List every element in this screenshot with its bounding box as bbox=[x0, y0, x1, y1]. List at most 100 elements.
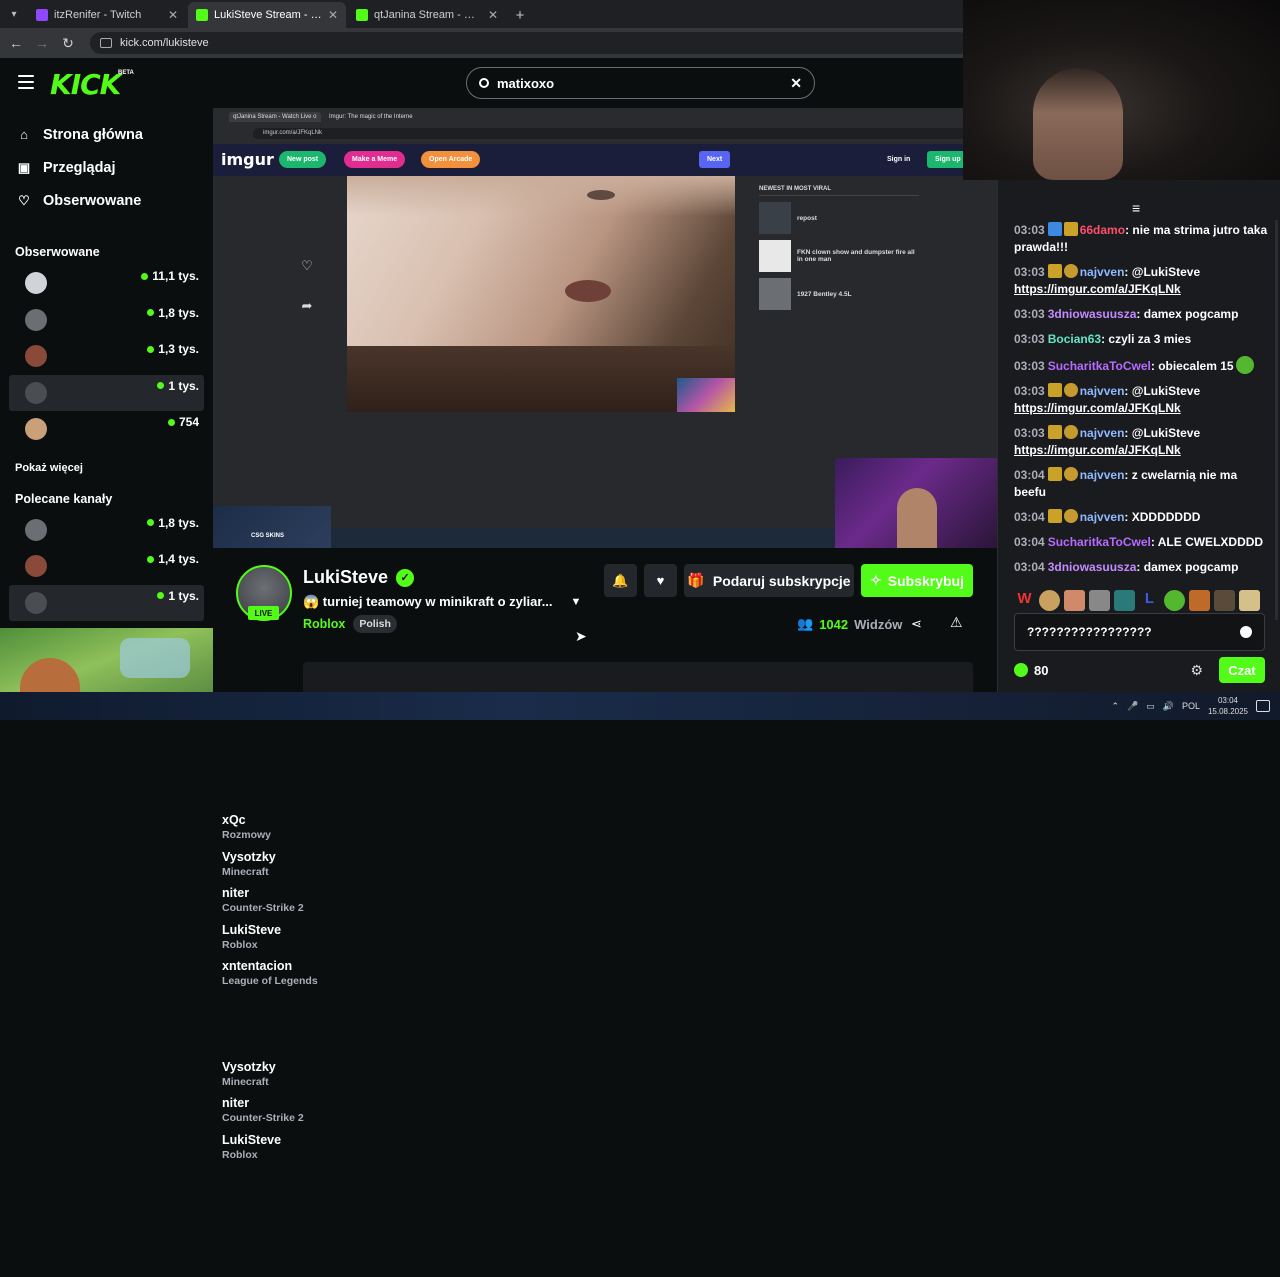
chat-message: 03:03 SucharitkaToCwel: obiecalem 15 bbox=[1014, 356, 1268, 375]
kick-logo[interactable]: KICK bbox=[50, 68, 121, 101]
sidebar-channel-niter[interactable]: niter Counter-Strike 2 1,3 tys. bbox=[9, 338, 1006, 1030]
browser-tab-twitch[interactable]: itzRenifer - Twitch ✕ bbox=[28, 2, 186, 28]
viewer-count: 11,1 tys. bbox=[141, 269, 199, 283]
site-info-icon[interactable] bbox=[100, 38, 112, 48]
chat-username[interactable]: najvven bbox=[1080, 265, 1125, 279]
subscribe-button[interactable]: ✧ Subskrybuj bbox=[861, 564, 973, 597]
nav-browse[interactable]: ▣ Przeglądaj bbox=[0, 151, 213, 184]
emote-icon[interactable] bbox=[1064, 589, 1085, 611]
chat-timestamp: 03:03 bbox=[1014, 265, 1045, 279]
forward-button[interactable]: → bbox=[32, 33, 52, 53]
channel-category: Roblox bbox=[222, 938, 258, 951]
chat-username[interactable]: najvven bbox=[1080, 426, 1125, 440]
chat-username[interactable]: SucharitkaToCwel bbox=[1048, 359, 1151, 373]
gear-icon[interactable]: ⚙ bbox=[1190, 662, 1203, 679]
sidebar-recommended-niter[interactable]: niter Counter-Strike 2 1,4 tys. bbox=[9, 548, 1006, 1240]
chevron-down-icon[interactable]: ▼ bbox=[571, 596, 582, 608]
browser-tab-lukisteve[interactable]: LukiSteve Stream - Watch Live o ✕ bbox=[188, 2, 346, 28]
viral-title: 1927 Bentley 4.5L bbox=[797, 290, 852, 298]
close-tab-icon[interactable]: ✕ bbox=[328, 8, 338, 22]
viewer-count: 1,3 tys. bbox=[147, 342, 199, 356]
back-button[interactable]: ← bbox=[6, 33, 26, 53]
microphone-icon[interactable]: 🎤 bbox=[1127, 701, 1138, 712]
follow-heart-button[interactable]: ♥ bbox=[644, 564, 677, 597]
chat-username[interactable]: najvven bbox=[1080, 468, 1125, 482]
chat-username[interactable]: 3dniowasuusza bbox=[1048, 307, 1137, 321]
chat-timestamp: 03:03 bbox=[1014, 332, 1045, 346]
notification-icon[interactable] bbox=[1256, 700, 1270, 712]
streamer-name[interactable]: LukiSteve bbox=[303, 567, 388, 588]
chat-username[interactable]: najvven bbox=[1080, 384, 1125, 398]
url-field[interactable]: kick.com/lukisteve bbox=[90, 32, 970, 54]
report-icon[interactable]: ⚠ bbox=[950, 614, 963, 631]
volume-icon[interactable]: 🔊 bbox=[1163, 701, 1174, 712]
tab-search-icon[interactable]: ▾ bbox=[0, 0, 28, 28]
tab-title: LukiSteve Stream - Watch Live o bbox=[214, 9, 322, 21]
clock[interactable]: 03:04 15.08.2025 bbox=[1208, 695, 1248, 717]
language-tag[interactable]: Polish bbox=[353, 615, 397, 633]
avatar bbox=[25, 591, 47, 614]
gift-label: Podaruj subskrypcje bbox=[712, 572, 851, 589]
emote-icon[interactable] bbox=[1214, 589, 1235, 611]
emote-icon[interactable]: W bbox=[1014, 590, 1035, 611]
gift-subscription-button[interactable]: 🎁 Podaruj subskrypcje bbox=[684, 564, 854, 597]
nav-home[interactable]: ⌂ Strona główna bbox=[0, 118, 213, 151]
chat-scrollbar[interactable] bbox=[1275, 220, 1278, 620]
search-input[interactable]: matixoxo ✕ bbox=[466, 67, 815, 99]
viewer-count: 1 tys. bbox=[157, 589, 199, 603]
chat-link[interactable]: https://imgur.com/a/JFKqLNk bbox=[1014, 282, 1181, 296]
subscribe-label: Subskrybuj bbox=[887, 572, 964, 589]
chat-filter-icon[interactable]: ≡ bbox=[1132, 200, 1140, 216]
reload-button[interactable]: ↻ bbox=[58, 33, 78, 53]
chat-username[interactable]: 3dniowasuusza bbox=[1048, 560, 1137, 574]
chat-link[interactable]: https://imgur.com/a/JFKqLNk bbox=[1014, 443, 1181, 457]
sidebar-channel-lukisteve[interactable]: LukiSteve Roblox 1 tys. bbox=[9, 374, 1006, 1067]
sidebar-recommended-lukisteve[interactable]: LukiSteve Roblox 1 tys. bbox=[9, 584, 1006, 1277]
menu-icon[interactable] bbox=[18, 75, 34, 89]
nav-following[interactable]: ♡ Obserwowane bbox=[0, 184, 213, 217]
notification-bell-button[interactable]: 🔔 bbox=[604, 564, 637, 597]
chat-username[interactable]: Bocian63 bbox=[1048, 332, 1101, 346]
chat-message: 03:03 najvven: @LukiSteve https://imgur.c… bbox=[1014, 264, 1201, 296]
clear-search-icon[interactable]: ✕ bbox=[790, 75, 802, 92]
chat-link[interactable]: https://imgur.com/a/JFKqLNk bbox=[1014, 401, 1181, 415]
chat-username[interactable]: SucharitkaToCwel bbox=[1048, 535, 1151, 549]
tray-expand-icon[interactable]: ⌃ bbox=[1111, 701, 1119, 712]
kick-favicon-icon bbox=[196, 9, 208, 21]
show-more-link[interactable]: Pokaż więcej bbox=[0, 456, 213, 480]
emote-icon[interactable] bbox=[1189, 589, 1210, 611]
stream-info: LIVE LukiSteve ✓ 😱 turniej teamowy w min… bbox=[213, 548, 997, 692]
live-dot-icon bbox=[147, 519, 155, 526]
emoji-icon[interactable] bbox=[1240, 626, 1252, 638]
channel-category: Rozmowy bbox=[222, 829, 272, 841]
send-chat-button[interactable]: Czat bbox=[1219, 657, 1265, 683]
browser-tab-qtjanina[interactable]: qtJanina Stream - Watch Live o ✕ bbox=[348, 2, 506, 28]
emote-icon[interactable]: L bbox=[1139, 590, 1160, 611]
chat-username[interactable]: najvven bbox=[1080, 510, 1125, 524]
emote-icon[interactable] bbox=[1164, 589, 1185, 611]
close-tab-icon[interactable]: ✕ bbox=[488, 8, 498, 22]
sidebar-channel-vysotzky[interactable]: Vysotzky Minecraft 1,8 tys. bbox=[9, 302, 1006, 994]
channel-name: niter bbox=[222, 1096, 250, 1110]
category-link[interactable]: Roblox bbox=[303, 617, 345, 631]
network-icon[interactable]: ▭ bbox=[1146, 701, 1155, 712]
chat-text: damex pogcamp bbox=[1143, 560, 1239, 574]
emote-icon[interactable] bbox=[1089, 589, 1110, 611]
sidebar-channel-xntentacion[interactable]: xntentacion League of Legends 754 bbox=[9, 411, 1006, 1103]
video-player[interactable]: qtJanina Stream - Watch Live o Imgur: Th… bbox=[213, 108, 997, 548]
emote-icon[interactable] bbox=[1114, 589, 1135, 611]
new-tab-button[interactable]: + bbox=[508, 2, 532, 28]
chat-message: 03:04 najvven: z cwelarnią nie ma beefu bbox=[1014, 467, 1238, 499]
chat-input[interactable]: ????????????????? bbox=[1014, 613, 1265, 651]
chat-username[interactable]: 66damo bbox=[1080, 223, 1125, 237]
close-tab-icon[interactable]: ✕ bbox=[168, 8, 178, 22]
share-icon[interactable]: ⋖ bbox=[911, 616, 922, 632]
emote-icon[interactable] bbox=[1239, 589, 1260, 611]
emote-icon[interactable] bbox=[1039, 589, 1060, 611]
sidebar-channel-xqc[interactable]: xQc Rozmowy 11,1 tys. bbox=[9, 265, 1006, 957]
channel-points[interactable]: 80 bbox=[1014, 663, 1048, 678]
blue-badge-icon bbox=[1047, 222, 1062, 236]
channel-name: LukiSteve bbox=[222, 1132, 282, 1147]
sidebar-recommended-vysotzky[interactable]: Vysotzky Minecraft 1,8 tys. bbox=[9, 512, 1006, 1204]
language-indicator[interactable]: POL bbox=[1182, 701, 1200, 711]
